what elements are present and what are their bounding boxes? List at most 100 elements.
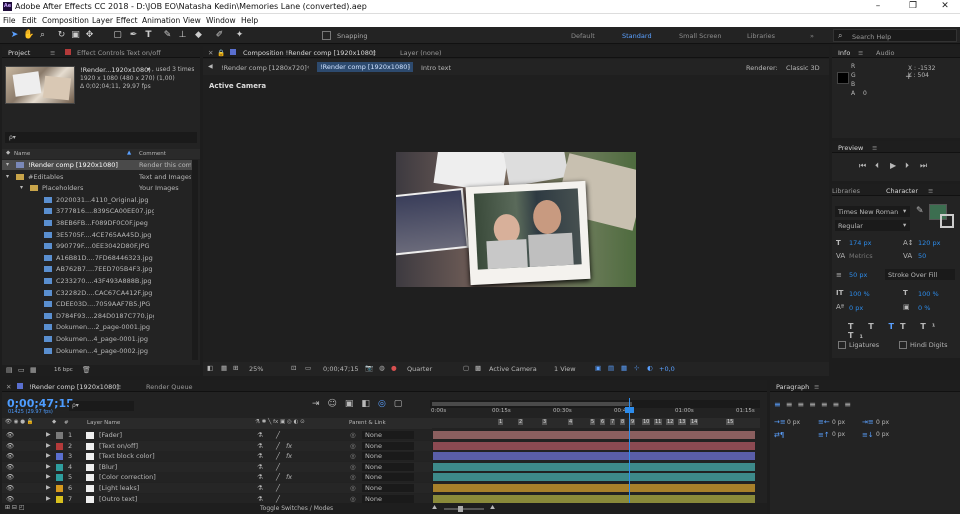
visibility-eye-icon[interactable]: 👁 [6, 451, 14, 461]
tab-project[interactable]: Project [8, 49, 30, 57]
preview-icon[interactable]: ▦ [221, 364, 227, 372]
tracking-value[interactable]: 50 [918, 252, 926, 260]
vertical-scale-value[interactable]: 100 % [849, 290, 870, 298]
layer-label-swatch[interactable] [56, 495, 63, 503]
project-scrollbar[interactable] [192, 160, 198, 360]
layer-row[interactable]: 👁 ▶ 3 [Text block color] ⚗ ╱ fx ◎ None [2, 451, 432, 462]
leading-value[interactable]: 120 px [918, 239, 940, 247]
zoom-tool-icon[interactable]: ⌕ [37, 30, 48, 41]
pick-whip-icon[interactable]: ◎ [350, 430, 356, 440]
next-frame-icon[interactable]: ⏵ [905, 161, 909, 171]
menu-composition[interactable]: Composition [42, 16, 89, 25]
comp-marker[interactable]: 6 [600, 419, 606, 425]
exposure-value[interactable]: +0,0 [659, 365, 675, 373]
project-item[interactable]: Dokumen...4_page-0002.jpg [2, 346, 192, 356]
zoom-in-icon[interactable]: ⛰ [490, 504, 495, 512]
project-item[interactable]: A16B81D....7FD68446323.jpg [2, 253, 192, 263]
comp-marker[interactable]: 8 [620, 419, 626, 425]
col-comment-header[interactable]: Comment [139, 151, 166, 157]
parent-dropdown[interactable]: None [362, 431, 414, 439]
transparency-grid-icon[interactable]: ▩ [475, 364, 481, 372]
workspace-more-icon[interactable]: » [810, 32, 814, 40]
new-comp-icon[interactable]: ▦ [30, 366, 37, 374]
layer-name[interactable]: [Blur] [99, 462, 249, 472]
brush-tool-icon[interactable]: ✎ [162, 30, 173, 41]
comp-marker[interactable]: 4 [568, 419, 574, 425]
parent-dropdown[interactable]: None [362, 441, 414, 450]
toggle-pixel-icon[interactable]: ▣ [595, 364, 601, 372]
workspace-libraries[interactable]: Libraries [747, 32, 775, 40]
tab-menu-icon[interactable]: ≡ [371, 49, 376, 57]
comp-marker[interactable]: 9 [630, 419, 636, 425]
rectangle-tool-icon[interactable]: ▢ [112, 30, 123, 41]
alignment-buttons[interactable]: ≡≡≡≡≡≡≡ [774, 400, 856, 409]
project-item[interactable]: ▾ !Render comp [1920x1080] Render this com [2, 160, 192, 170]
tab-menu-icon[interactable]: ≡ [928, 187, 933, 195]
expand-arrow-icon[interactable]: ▶ [46, 472, 51, 482]
project-search-input[interactable]: ρ▾ [5, 132, 197, 143]
project-item[interactable]: 38EB6FB...F089DF0C0F.jpeg [2, 218, 192, 228]
pan-tool-icon[interactable]: ✥ [84, 30, 95, 41]
visibility-eye-icon[interactable]: 👁 [6, 472, 14, 482]
layer-duration-bar[interactable] [433, 484, 755, 492]
mask-visibility-icon[interactable]: ▭ [305, 364, 311, 372]
playhead-line[interactable] [629, 398, 630, 508]
flowchart-icon[interactable]: ⊹ [634, 364, 639, 372]
expand-arrow-icon[interactable]: ▶ [46, 451, 51, 461]
snapshot-icon[interactable]: 📷 [365, 364, 373, 372]
font-family-dropdown[interactable]: Times New Roman ▾ [835, 206, 910, 217]
visibility-eye-icon[interactable]: 👁 [6, 483, 14, 493]
quality-switch-icon[interactable]: ╱ [276, 451, 280, 461]
tab-audio[interactable]: Audio [876, 49, 894, 57]
breadcrumb-intro-text[interactable]: Intro text [421, 64, 451, 72]
exposure-icon[interactable]: ◐ [647, 364, 653, 372]
visibility-eye-icon[interactable]: 👁 [6, 462, 14, 472]
interpret-footage-icon[interactable]: ▤ [6, 366, 13, 374]
layer-row[interactable]: 👁 ▶ 4 [Blur] ⚗ ╱ ◎ None [2, 461, 432, 472]
layer-label-swatch[interactable] [56, 463, 63, 471]
roi-icon[interactable]: ▢ [463, 364, 469, 372]
pick-whip-icon[interactable]: ◎ [350, 451, 356, 461]
project-item[interactable]: Dokumen...4_page-0001.jpg [2, 334, 192, 344]
workspace-default[interactable]: Default [571, 32, 595, 40]
snapping-checkbox[interactable] [322, 31, 331, 40]
eraser-tool-icon[interactable]: ◆ [193, 30, 204, 41]
parent-dropdown[interactable]: None [362, 462, 414, 471]
fx-switch-icon[interactable]: fx [286, 472, 292, 482]
close-tab-icon[interactable]: ✕ [6, 383, 11, 391]
zoom-out-icon[interactable]: ⛰ [432, 504, 437, 512]
tab-menu-icon[interactable]: ≡ [814, 383, 819, 391]
timeline-icon[interactable]: ▦ [621, 364, 627, 372]
parent-dropdown[interactable]: None [362, 473, 414, 482]
fx-switch-icon[interactable]: fx [286, 441, 292, 451]
eyedropper-icon[interactable]: ✎ [916, 206, 924, 216]
clone-tool-icon[interactable]: ⊥ [177, 30, 188, 41]
delete-icon[interactable]: 🗑 [82, 366, 91, 374]
fx-switch-icon[interactable]: fx [286, 451, 292, 461]
comp-marker[interactable]: 5 [590, 419, 596, 425]
expand-arrow-icon[interactable]: ▶ [46, 462, 51, 472]
breadcrumb-comp-720[interactable]: !Render comp [1280x720] [221, 64, 307, 72]
layer-label-swatch[interactable] [56, 485, 63, 492]
project-item[interactable]: 2020031...4110_Original.jpg [2, 195, 192, 205]
col-name-header[interactable]: Name [14, 151, 30, 157]
zoom-dropdown[interactable]: 25% [249, 365, 263, 373]
grid-icon[interactable]: ⊞ [233, 364, 238, 372]
close-tab-icon[interactable]: ✕ [208, 49, 213, 57]
layer-row[interactable]: 👁 ▶ 5 [Color correction] ⚗ ╱ fx ◎ None [2, 472, 432, 483]
close-icon[interactable]: ✕ [935, 1, 955, 13]
layer-name[interactable]: [Fader] [99, 430, 249, 440]
comp-marker[interactable]: 11 [654, 419, 663, 425]
quality-switch-icon[interactable]: ╱ [276, 483, 280, 493]
layer-name[interactable]: [Text block color] [99, 451, 249, 461]
safe-zones-icon[interactable]: ⊡ [291, 364, 296, 372]
workspace-standard[interactable]: Standard [622, 32, 652, 40]
comp-viewer-canvas[interactable] [396, 152, 636, 287]
project-item[interactable]: D784F93....284D0187C770.jpg [2, 311, 192, 321]
marker-track[interactable]: 1 2 3 4 5 6 7 8 9 10 11 12 13 14 15 [430, 418, 760, 428]
folder-item[interactable]: ▾ #Editables Text and Images [2, 172, 192, 182]
pick-whip-icon[interactable]: ◎ [350, 472, 356, 482]
tab-render-queue[interactable]: Render Queue [146, 383, 193, 391]
stroke-color-swatch[interactable] [940, 214, 954, 228]
tab-composition[interactable]: Composition !Render comp [1920x1080] [243, 49, 376, 57]
